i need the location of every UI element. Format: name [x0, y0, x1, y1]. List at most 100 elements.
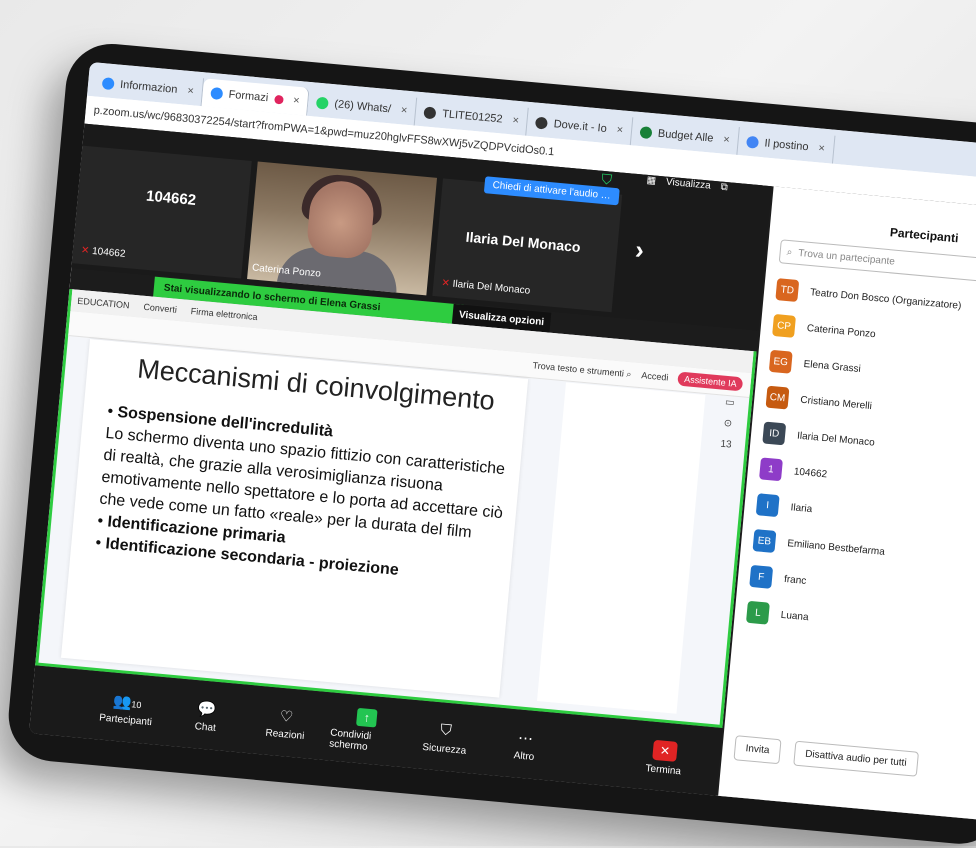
- tab-favicon-icon: [423, 106, 437, 120]
- avatar: CP: [772, 313, 796, 338]
- participants-count: 10: [130, 698, 142, 710]
- login-button[interactable]: Accedi: [641, 370, 669, 382]
- tab-favicon-icon: [101, 77, 115, 91]
- store-icon[interactable]: [236, 771, 261, 796]
- window-icon[interactable]: ⧉: [720, 182, 728, 194]
- close-icon[interactable]: ×: [187, 85, 194, 98]
- recording-icon: [273, 94, 284, 105]
- participant-list: TD Teatro Don Bosco (Organizzatore) CP Cate…: [745, 271, 963, 646]
- avatar: F: [749, 564, 774, 589]
- tab-label: Informazion: [119, 78, 178, 96]
- close-icon[interactable]: ×: [512, 114, 519, 127]
- tab-label: (26) Whats/: [333, 98, 392, 116]
- tab-favicon-icon: [639, 126, 653, 140]
- tab-favicon-icon: [315, 96, 329, 110]
- tab-favicon-icon: [746, 135, 760, 149]
- participant-name: 104662: [793, 465, 828, 480]
- participant-name: Ilaria: [790, 501, 813, 515]
- tab-label: TLITE01252: [441, 108, 504, 126]
- security-label: Sicurezza: [421, 741, 467, 757]
- pdf-tool-icon[interactable]: ⊙: [723, 418, 732, 430]
- chat-button[interactable]: 💬 Chat: [170, 697, 243, 736]
- chrome-icon[interactable]: [312, 778, 337, 803]
- more-icon: ⋯: [517, 729, 534, 748]
- close-icon[interactable]: ×: [616, 124, 623, 137]
- close-icon[interactable]: ×: [723, 134, 730, 147]
- mic-muted-icon: ✕: [80, 244, 90, 257]
- file-explorer-icon[interactable]: [198, 767, 223, 792]
- sign-menu[interactable]: Firma elettronica: [190, 306, 258, 322]
- shield-icon: ⛉: [439, 720, 453, 739]
- avatar: L: [745, 600, 770, 625]
- tile-label: 104662: [91, 245, 126, 260]
- tile-label: Ilaria Del Monaco: [452, 278, 531, 297]
- video-tile-caterina[interactable]: Caterina Ponzo: [247, 161, 438, 296]
- stock-symbol: TSLA: [630, 808, 657, 822]
- close-icon[interactable]: ×: [818, 142, 825, 155]
- pdf-side-panel: [537, 382, 706, 714]
- find-tools[interactable]: Trova testo e strumenti ⌕: [532, 360, 632, 380]
- avatar: CM: [765, 385, 790, 410]
- pdf-page: Meccanismi di coinvolgimento • Sospensio…: [60, 339, 529, 698]
- tile-name-small: ✕ Ilaria Del Monaco: [441, 278, 531, 297]
- video-tile-104662[interactable]: 104662 ✕ 104662: [71, 145, 252, 279]
- tab-label: Formazi: [228, 88, 269, 105]
- mute-all-button[interactable]: Disattiva audio per tutti: [793, 740, 919, 777]
- tablet-screen: Informazion × Formazi × (26) Whats/ × TLITE012…: [29, 61, 976, 822]
- end-label: Termina: [645, 762, 682, 777]
- tile-name-large: 104662: [145, 187, 197, 210]
- zoom-meeting: 104662 ✕ 104662 Caterina Ponzo Ilaria De…: [29, 123, 976, 822]
- pdf-vertical-tools: ▭ ⊙ 13: [715, 396, 742, 451]
- tab-label: Budget Alle: [657, 127, 714, 145]
- share-arrow-icon: ↑: [356, 707, 378, 728]
- close-icon: ✕: [652, 739, 678, 762]
- heart-icon: ♡: [279, 707, 295, 726]
- search-icon: ⌕: [786, 246, 793, 258]
- avatar: EB: [752, 529, 777, 553]
- search-icon: ⌕: [626, 368, 632, 379]
- page-indicator: 13: [719, 438, 733, 451]
- shared-screen: EDUCATION Converti Firma elettronica Tro…: [35, 288, 757, 728]
- tile-name-small: ✕ 104662: [80, 245, 125, 260]
- participant-name: Teatro Don Bosco (Organizzatore): [809, 286, 962, 312]
- security-button[interactable]: ⛉ Sicurezza: [409, 718, 482, 757]
- tab-favicon-icon: [535, 116, 549, 130]
- participant-name: Ilaria Del Monaco: [796, 430, 876, 449]
- avatar: ID: [762, 421, 787, 446]
- slide-body: • Sospensione dell'incredulità Lo scherm…: [94, 401, 516, 592]
- tile-name-large: Ilaria Del Monaco: [465, 228, 582, 256]
- ai-assistant-button[interactable]: Assistente IA: [677, 371, 744, 392]
- close-icon[interactable]: ×: [293, 94, 300, 107]
- avatar: TD: [775, 278, 800, 302]
- find-label: Trova testo e strumenti: [532, 359, 625, 379]
- reactions-button[interactable]: ♡ Reazioni: [250, 704, 323, 743]
- invite-button[interactable]: Invita: [733, 735, 782, 765]
- trend-up-icon: ↗: [613, 806, 624, 819]
- end-meeting-button[interactable]: ✕ Termina: [628, 737, 701, 778]
- edge-icon[interactable]: [160, 764, 185, 789]
- close-icon[interactable]: ×: [400, 104, 407, 117]
- convert-menu[interactable]: Converti: [143, 302, 177, 315]
- reactions-label: Reazioni: [265, 727, 305, 742]
- more-label: Altro: [513, 749, 535, 763]
- stock-change: +1,89%: [662, 811, 699, 822]
- shield-icon: ⛉: [600, 170, 613, 188]
- chat-icon: 💬: [196, 699, 217, 719]
- more-button[interactable]: ⋯ Altro: [489, 726, 562, 765]
- view-icon: ▦: [646, 174, 657, 187]
- share-screen-button[interactable]: ↑ Condividi schermo: [329, 706, 403, 756]
- tablet-device: Informazion × Formazi × (26) Whats/ × TLITE012…: [4, 40, 976, 848]
- comment-icon[interactable]: ▭: [725, 397, 735, 409]
- avatar: EG: [768, 349, 793, 374]
- avatar: I: [755, 493, 780, 518]
- tab-favicon-icon: [210, 86, 224, 101]
- stock-widget[interactable]: ↗ TSLA +1,89%: [614, 807, 698, 822]
- participants-button[interactable]: 👥10 Partecipanti: [90, 689, 163, 728]
- participant-name: Caterina Ponzo: [806, 322, 877, 340]
- task-view-icon[interactable]: ⧉: [135, 765, 146, 783]
- pdf-tab[interactable]: EDUCATION: [77, 296, 130, 311]
- participants-icon: 👥10: [112, 692, 142, 711]
- next-page-icon[interactable]: ›: [634, 234, 645, 266]
- mic-muted-icon: ✕: [440, 277, 451, 290]
- outlook-icon[interactable]: [274, 774, 299, 799]
